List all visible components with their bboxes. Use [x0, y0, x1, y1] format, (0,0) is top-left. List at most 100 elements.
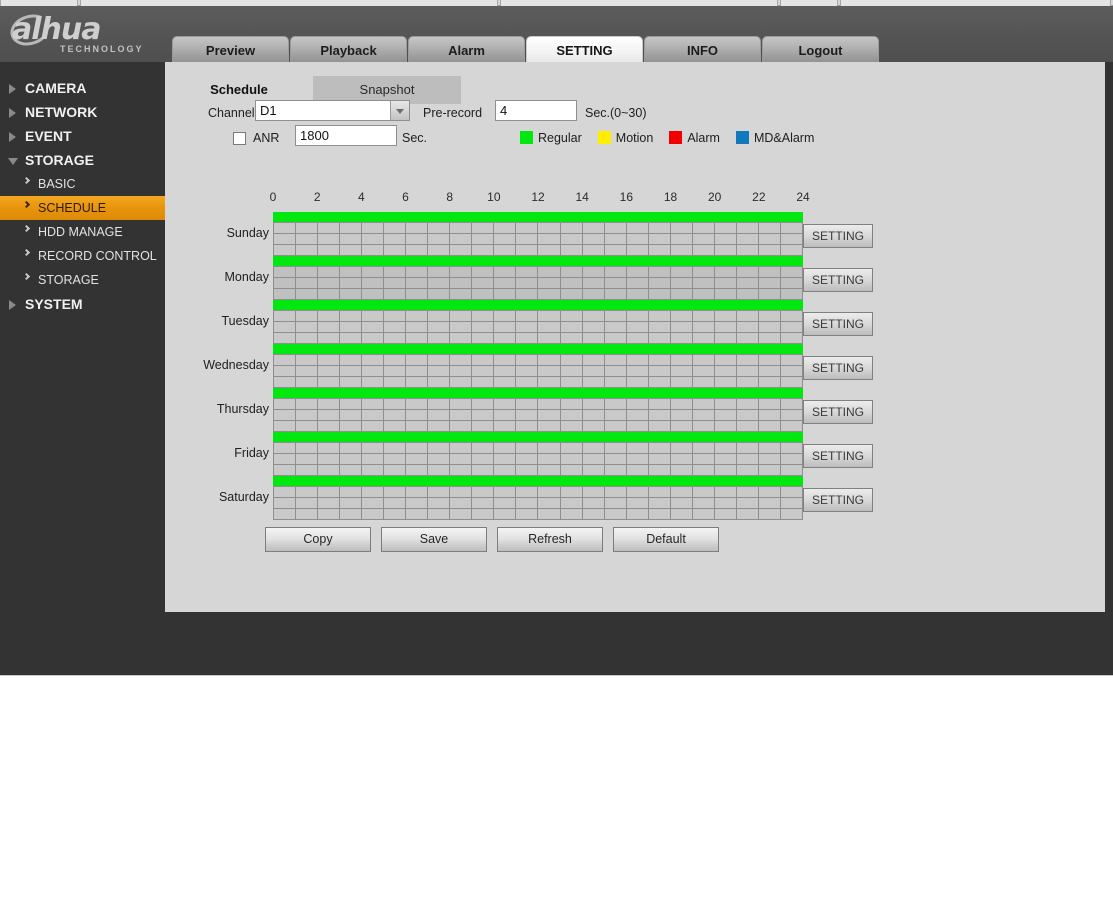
- timeline-cell[interactable]: [648, 311, 671, 322]
- timeline-cell[interactable]: [450, 454, 473, 465]
- timeline-cell[interactable]: [582, 498, 605, 509]
- timeline-cell[interactable]: [318, 267, 341, 278]
- timeline-cell[interactable]: [406, 465, 429, 476]
- timeline-cell[interactable]: [648, 355, 671, 366]
- timeline-cell[interactable]: [318, 377, 341, 388]
- timeline-cell[interactable]: [428, 487, 451, 498]
- timeline-cell[interactable]: [274, 223, 297, 234]
- timeline-cell[interactable]: [714, 366, 737, 377]
- timeline-cell[interactable]: [626, 267, 649, 278]
- timeline-cell[interactable]: [472, 278, 495, 289]
- timeline-cell[interactable]: [648, 509, 671, 520]
- day-timeline[interactable]: [273, 476, 803, 520]
- timeline-cell[interactable]: [604, 443, 627, 454]
- default-button[interactable]: Default: [613, 527, 719, 552]
- timeline-cell[interactable]: [450, 465, 473, 476]
- timeline-cell[interactable]: [494, 487, 517, 498]
- timeline-cell[interactable]: [736, 333, 759, 344]
- timeline-cell[interactable]: [560, 223, 583, 234]
- timeline-cell[interactable]: [494, 509, 517, 520]
- timeline-cell[interactable]: [472, 421, 495, 432]
- timeline-cell[interactable]: [450, 498, 473, 509]
- timeline-cell[interactable]: [736, 322, 759, 333]
- timeline-cell[interactable]: [340, 322, 363, 333]
- sidebar-item-basic[interactable]: BASIC: [0, 172, 165, 196]
- timeline-cell[interactable]: [582, 487, 605, 498]
- timeline-cell[interactable]: [692, 421, 715, 432]
- timeline-cell[interactable]: [384, 278, 407, 289]
- timeline-cell[interactable]: [692, 377, 715, 388]
- timeline-cell[interactable]: [670, 487, 693, 498]
- timeline-cell[interactable]: [406, 377, 429, 388]
- timeline-cell[interactable]: [582, 454, 605, 465]
- sidebar-item-event[interactable]: EVENT: [0, 124, 165, 148]
- setting-button-saturday[interactable]: SETTING: [803, 488, 873, 512]
- timeline-cell[interactable]: [626, 223, 649, 234]
- anr-checkbox[interactable]: [233, 132, 246, 146]
- timeline-cell[interactable]: [648, 234, 671, 245]
- timeline-cell[interactable]: [714, 245, 737, 256]
- timeline-cell[interactable]: [450, 355, 473, 366]
- timeline-cell[interactable]: [472, 454, 495, 465]
- timeline-cell[interactable]: [428, 399, 451, 410]
- timeline-cell[interactable]: [274, 333, 297, 344]
- timeline-cell[interactable]: [296, 289, 319, 300]
- timeline-cell[interactable]: [384, 410, 407, 421]
- timeline-cell[interactable]: [582, 333, 605, 344]
- timeline-cell[interactable]: [714, 355, 737, 366]
- timeline-cell[interactable]: [626, 355, 649, 366]
- timeline-cell[interactable]: [604, 322, 627, 333]
- timeline-cell[interactable]: [428, 355, 451, 366]
- timeline-cell[interactable]: [384, 465, 407, 476]
- timeline-cell[interactable]: [340, 465, 363, 476]
- timeline-cell[interactable]: [340, 454, 363, 465]
- timeline-cell[interactable]: [494, 454, 517, 465]
- timeline-cell[interactable]: [340, 355, 363, 366]
- timeline-cell[interactable]: [538, 245, 561, 256]
- timeline-cell[interactable]: [736, 355, 759, 366]
- timeline-cell[interactable]: [670, 234, 693, 245]
- timeline-cell[interactable]: [274, 465, 297, 476]
- timeline-cell[interactable]: [428, 311, 451, 322]
- timeline-cell[interactable]: [318, 498, 341, 509]
- timeline-cell[interactable]: [538, 454, 561, 465]
- timeline-cell[interactable]: [780, 487, 803, 498]
- timeline-cell[interactable]: [604, 487, 627, 498]
- timeline-cell[interactable]: [560, 399, 583, 410]
- setting-button-tuesday[interactable]: SETTING: [803, 312, 873, 336]
- nav-tab-alarm[interactable]: Alarm: [408, 36, 525, 64]
- timeline-cell[interactable]: [758, 399, 781, 410]
- timeline-cell[interactable]: [450, 410, 473, 421]
- sidebar-item-schedule[interactable]: SCHEDULE: [0, 196, 165, 220]
- timeline-cell[interactable]: [516, 223, 539, 234]
- timeline-cell[interactable]: [428, 223, 451, 234]
- timeline-cell[interactable]: [362, 421, 385, 432]
- timeline-cell[interactable]: [472, 410, 495, 421]
- timeline-cell[interactable]: [582, 311, 605, 322]
- timeline-cell[interactable]: [538, 355, 561, 366]
- timeline-cell[interactable]: [274, 366, 297, 377]
- timeline-cell[interactable]: [472, 366, 495, 377]
- timeline-cell[interactable]: [494, 465, 517, 476]
- timeline-cell[interactable]: [406, 399, 429, 410]
- timeline-cells[interactable]: [273, 398, 803, 432]
- timeline-cell[interactable]: [780, 443, 803, 454]
- timeline-cell[interactable]: [538, 410, 561, 421]
- timeline-cell[interactable]: [538, 443, 561, 454]
- timeline-cell[interactable]: [296, 487, 319, 498]
- timeline-cell[interactable]: [538, 421, 561, 432]
- timeline-cell[interactable]: [560, 366, 583, 377]
- timeline-cell[interactable]: [692, 278, 715, 289]
- timeline-cell[interactable]: [780, 421, 803, 432]
- day-timeline[interactable]: [273, 344, 803, 388]
- timeline-cell[interactable]: [582, 267, 605, 278]
- timeline-cell[interactable]: [318, 333, 341, 344]
- timeline-cell[interactable]: [296, 245, 319, 256]
- timeline-cell[interactable]: [340, 366, 363, 377]
- timeline-cell[interactable]: [384, 377, 407, 388]
- setting-button-thursday[interactable]: SETTING: [803, 400, 873, 424]
- timeline-cell[interactable]: [538, 487, 561, 498]
- timeline-cell[interactable]: [648, 366, 671, 377]
- timeline-cell[interactable]: [648, 245, 671, 256]
- timeline-cell[interactable]: [538, 311, 561, 322]
